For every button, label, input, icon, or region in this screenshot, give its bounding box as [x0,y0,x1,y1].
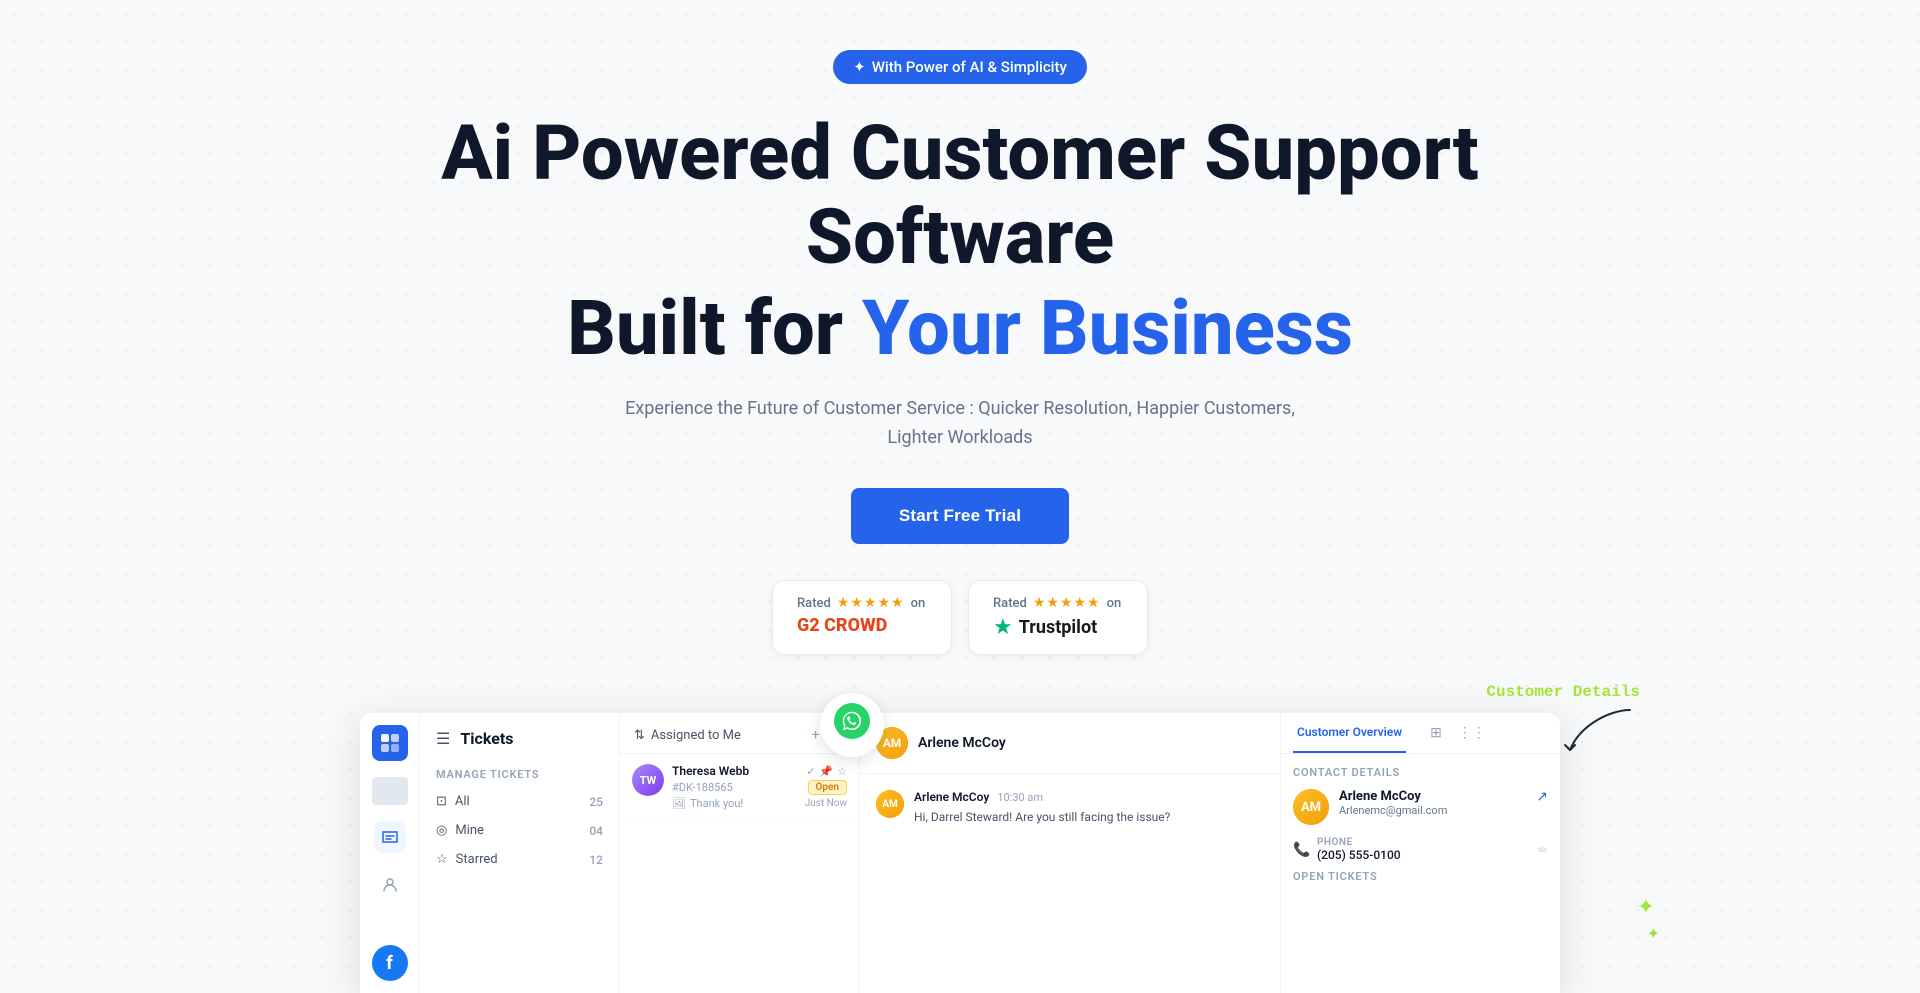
app-logo[interactable] [372,725,408,761]
nav-mine-icon: ◎ [436,823,447,838]
ticket-check-icon: ✓ [806,765,815,778]
contact-card: AM Arlene McCoy Arlenemc@gmail.com ↗ [1293,789,1548,825]
badge-icon: ✦ [853,58,866,76]
nav-all-label: All [455,794,470,809]
contact-name: Arlene McCoy [1339,789,1526,804]
g2-stars: ★★★★★ [837,595,905,611]
ticket-star-icon: ☆ [837,765,847,778]
g2-logo: G2 CROWD [797,615,887,636]
ticket-list-title: Assigned to Me [651,728,741,743]
phone-icon: 📞 [1293,842,1309,858]
sidebar-users-icon[interactable] [374,869,406,901]
trustpilot-on-text: on [1107,596,1122,611]
g2-rating-top: Rated ★★★★★ on [797,595,925,611]
nav-mine-count: 04 [589,824,603,838]
chat-panel: AM Arlene McCoy AM Arlene McCoy 10:30 am [860,713,1280,993]
left-panel: ☰ Tickets Manage Tickets ⊡ All 25 ◎ Mine [420,713,620,993]
ui-preview-section: Customer Details [0,713,1920,993]
ticket-preview-text: Thank you! [690,797,743,810]
g2-rated-text: Rated [797,596,831,611]
hero-title-line1: Ai Powered Customer Support Software [410,112,1510,279]
start-free-trial-button[interactable]: Start Free Trial [851,488,1069,544]
sidebar: f [360,713,420,993]
ticket-pin-icon: 📌 [819,765,833,778]
nav-starred-label: Starred [456,852,498,867]
phone-value: (205) 555-0100 [1317,848,1530,862]
contact-avatar: AM [1293,789,1329,825]
hamburger-icon[interactable]: ☰ [436,729,450,748]
nav-starred-icon: ☆ [436,852,448,867]
sparkle-icon-1: ✦ [1637,895,1660,920]
ai-badge: ✦ With Power of AI & Simplicity [833,50,1087,84]
phone-edit-icon[interactable]: ✏ [1538,843,1548,857]
trustpilot-rating-card: Rated ★★★★★ on ★ Trustpilot [968,580,1148,655]
customer-panel: Customer Overview ⊞ ⋮⋮ Contact Details A… [1280,713,1560,993]
whatsapp-button[interactable] [820,693,884,757]
trustpilot-rated-text: Rated [993,596,1027,611]
ticket-add-icon[interactable]: + [812,727,820,743]
left-panel-title: Tickets [460,729,513,748]
customer-overview-tab[interactable]: Customer Overview [1293,713,1406,753]
nav-item-all[interactable]: ⊡ All 25 [420,787,619,816]
g2-rating-card: Rated ★★★★★ on G2 CROWD [772,580,952,655]
sidebar-gray-element [372,777,408,805]
trustpilot-name: Trustpilot [1019,617,1097,638]
app-window: f ☰ Tickets Manage Tickets ⊡ All 25 [360,713,1560,993]
hero-title-highlight: Your Business [862,283,1353,373]
sidebar-facebook-icon[interactable]: f [372,945,408,981]
chat-message-avatar: AM [876,790,904,818]
ticket-avatar: TW [632,764,664,796]
chat-msg-sender: Arlene McCoy [914,790,989,804]
contact-details-heading: Contact Details [1293,766,1548,779]
ticket-status: Open [808,780,848,795]
nav-starred-count: 12 [589,853,603,867]
hero-title-line2: Built for Your Business [567,287,1353,371]
ticket-preview-icon: 🖼 [672,797,686,810]
ticket-list-sort-icon: ⇅ [634,728,645,743]
badge-text: With Power of AI & Simplicity [872,58,1067,76]
sparkle-decorations: ✦ ✦ [1637,895,1660,943]
manage-tickets-label: Manage Tickets [420,760,619,787]
ticket-name: Theresa Webb [672,764,749,778]
ticket-item[interactable]: TW Theresa Webb ✓ 📌 ☆ [620,754,859,821]
chat-body: AM Arlene McCoy 10:30 am Hi, Darrel Stew… [860,774,1280,993]
trustpilot-stars: ★★★★★ [1033,595,1101,611]
nav-item-mine[interactable]: ◎ Mine 04 [420,816,619,845]
hero-title-prefix: Built for [567,283,862,373]
sparkle-icon-2: ✦ [1647,924,1660,943]
chat-msg-text: Hi, Darrel Steward! Are you still facing… [914,808,1264,826]
ticket-id: #DK-188565 [672,781,733,794]
nav-all-count: 25 [589,795,603,809]
chat-header-name: Arlene McCoy [918,735,1006,751]
nav-all-icon: ⊡ [436,794,447,809]
ticket-list-panel: ⇅ Assigned to Me + 🔍 TW [620,713,860,993]
left-panel-header: ☰ Tickets [420,729,619,760]
g2-logo-text: G2 CROWD [797,615,887,636]
nav-mine-label: Mine [455,823,484,838]
customer-panel-body: Contact Details AM Arlene McCoy Arlenemc… [1281,754,1560,895]
ratings-row: Rated ★★★★★ on G2 CROWD Rated ★★★★★ on ★… [772,580,1148,655]
whatsapp-icon [834,703,870,748]
open-tickets-label: OPEN TICKETS [1293,870,1548,883]
trustpilot-logo: ★ Trustpilot [993,615,1097,640]
contact-external-link-icon[interactable]: ↗ [1536,789,1548,805]
chat-message: AM Arlene McCoy 10:30 am Hi, Darrel Stew… [876,790,1264,826]
nav-item-starred[interactable]: ☆ Starred 12 [420,845,619,874]
facebook-f-letter: f [386,953,393,974]
customer-tab-grid-icon[interactable]: ⊞ [1422,713,1450,753]
customer-panel-tabs: Customer Overview ⊞ ⋮⋮ [1281,713,1560,754]
trustpilot-icon: ★ [993,615,1013,640]
hero-subtitle: Experience the Future of Customer Servic… [600,395,1320,453]
sidebar-tickets-icon[interactable] [374,821,406,853]
chat-header: AM Arlene McCoy [860,713,1280,774]
g2-on-text: on [911,596,926,611]
contact-email: Arlenemc@gmail.com [1339,804,1526,817]
customer-tab-apps-icon[interactable]: ⋮⋮ [1450,713,1494,753]
trustpilot-rating-top: Rated ★★★★★ on [993,595,1121,611]
phone-label: PHONE [1317,837,1530,848]
ticket-time: Just Now [805,798,847,809]
customer-details-label-text: Customer Details [1486,683,1640,701]
contact-phone-field: 📞 PHONE (205) 555-0100 ✏ [1293,837,1548,862]
chat-msg-time: 10:30 am [997,791,1043,804]
